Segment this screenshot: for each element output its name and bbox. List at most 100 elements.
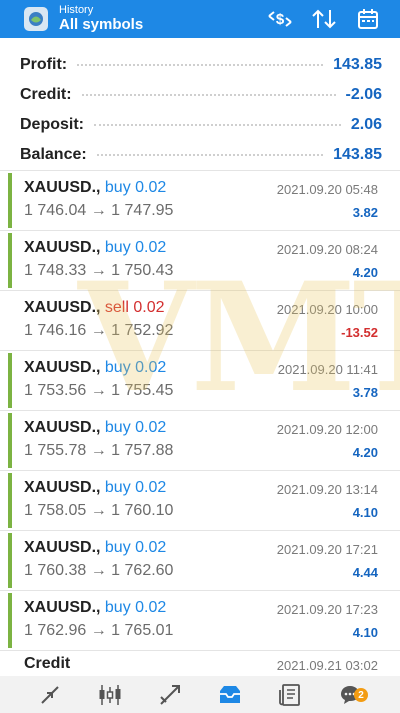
summary-credit-row: Credit: -2.06: [0, 80, 400, 110]
deal-title: XAUUSD., buy 0.02: [24, 419, 166, 437]
deal-title: XAUUSD., buy 0.02: [24, 239, 166, 257]
deal-profit: 3.78: [352, 385, 378, 400]
currency-filter-icon[interactable]: $: [266, 5, 294, 33]
deal-status-bar: [8, 233, 12, 288]
deal-symbol: XAUUSD.,: [24, 479, 101, 496]
deal-profit: 4.20: [352, 265, 378, 280]
news-icon[interactable]: [270, 676, 310, 713]
dotted-leader: [94, 124, 341, 126]
summary-credit-value: -2.06: [345, 86, 382, 103]
summary-profit-row: Profit: 143.85: [0, 50, 400, 80]
deal-action: buy 0.02: [104, 479, 167, 496]
deal-time: 2021.09.20 17:23: [276, 602, 378, 617]
svg-text:$: $: [276, 11, 285, 28]
deal-time: 2021.09.20 08:24: [276, 242, 378, 257]
credit-entry-label: Credit: [24, 655, 71, 672]
deal-row[interactable]: XAUUSD., buy 0.02 1 758.05 → 1 760.10 20…: [0, 470, 400, 530]
deal-status-bar: [8, 533, 12, 588]
app-header: History All symbols $: [0, 0, 400, 38]
trade-icon[interactable]: [150, 676, 190, 713]
deal-title: XAUUSD., buy 0.02: [24, 599, 166, 617]
dotted-leader: [96, 154, 324, 156]
header-titles[interactable]: History All symbols: [59, 5, 143, 32]
summary-credit-label: Credit:: [20, 86, 72, 103]
history-summary: Profit: 143.85 Credit: -2.06 Deposit: 2.…: [0, 50, 400, 170]
deal-title: XAUUSD., buy 0.02: [24, 359, 166, 377]
summary-deposit-value: 2.06: [350, 116, 382, 133]
deal-symbol: XAUUSD.,: [24, 239, 101, 256]
deal-symbol: XAUUSD.,: [24, 539, 101, 556]
deal-title: XAUUSD., buy 0.02: [24, 179, 166, 197]
deal-profit: -13.52: [341, 325, 378, 340]
deal-title: XAUUSD., buy 0.02: [24, 539, 166, 557]
deal-prices: 1 762.96 → 1 765.01: [24, 622, 174, 639]
deal-row[interactable]: XAUUSD., buy 0.02 1 760.38 → 1 762.60 20…: [0, 530, 400, 590]
deal-action: buy 0.02: [104, 239, 167, 256]
deal-row[interactable]: XAUUSD., buy 0.02 1 755.78 → 1 757.88 20…: [0, 410, 400, 470]
deal-action: sell 0.02: [104, 299, 165, 316]
app-logo-icon[interactable]: [24, 7, 48, 31]
dotted-leader: [81, 94, 336, 96]
credit-entry-time: 2021.09.21 03:02: [276, 658, 378, 673]
deal-time: 2021.09.20 12:00: [276, 422, 378, 437]
deal-status-bar: [8, 353, 12, 408]
deal-action: buy 0.02: [104, 359, 167, 376]
deal-symbol: XAUUSD.,: [24, 359, 101, 376]
deal-action: buy 0.02: [104, 599, 167, 616]
summary-profit-value: 143.85: [333, 56, 382, 73]
deal-prices: 1 746.16 → 1 752.92: [24, 322, 174, 339]
deal-action: buy 0.02: [104, 419, 167, 436]
deal-prices: 1 748.33 → 1 750.43: [24, 262, 174, 279]
deal-row[interactable]: XAUUSD., sell 0.02 1 746.16 → 1 752.92 2…: [0, 290, 400, 350]
deal-row[interactable]: XAUUSD., buy 0.02 1 746.04 → 1 747.95 20…: [0, 170, 400, 230]
deal-status-bar: [8, 593, 12, 648]
chart-icon[interactable]: [90, 676, 130, 713]
deal-prices: 1 746.04 → 1 747.95: [24, 202, 174, 219]
deal-prices: 1 753.56 → 1 755.45: [24, 382, 174, 399]
summary-profit-label: Profit:: [20, 56, 68, 73]
summary-balance-label: Balance:: [20, 146, 87, 163]
summary-balance-row: Balance: 143.85: [0, 140, 400, 170]
quotes-icon[interactable]: [30, 676, 70, 713]
deal-time: 2021.09.20 13:14: [276, 482, 378, 497]
deal-time: 2021.09.20 10:00: [276, 302, 378, 317]
deal-profit: 4.44: [352, 565, 378, 580]
deal-action: buy 0.02: [104, 539, 167, 556]
deal-title: XAUUSD., sell 0.02: [24, 299, 165, 317]
deal-time: 2021.09.20 11:41: [277, 362, 378, 377]
deal-status-bar: [8, 413, 12, 468]
deal-symbol: XAUUSD.,: [24, 179, 101, 196]
deal-prices: 1 758.05 → 1 760.10: [24, 502, 174, 519]
summary-deposit-row: Deposit: 2.06: [0, 110, 400, 140]
summary-balance-value: 143.85: [333, 146, 382, 163]
header-title: All symbols: [59, 15, 144, 33]
bottom-navigation: 2: [0, 676, 400, 713]
history-icon[interactable]: [210, 676, 250, 713]
deal-profit: 4.10: [352, 505, 378, 520]
deal-action: buy 0.02: [104, 179, 167, 196]
messages-icon[interactable]: 2: [330, 676, 370, 713]
deal-symbol: XAUUSD.,: [24, 419, 101, 436]
deal-row[interactable]: XAUUSD., buy 0.02 1 753.56 → 1 755.45 20…: [0, 350, 400, 410]
deal-time: 2021.09.20 17:21: [276, 542, 378, 557]
deal-profit: 4.20: [352, 445, 378, 460]
deal-prices: 1 760.38 → 1 762.60: [24, 562, 174, 579]
deal-profit: 4.10: [352, 625, 378, 640]
credit-entry-row[interactable]: Credit 2021.09.21 03:02: [0, 650, 400, 674]
deal-status-bar: [8, 173, 12, 228]
deal-row[interactable]: XAUUSD., buy 0.02 1 762.96 → 1 765.01 20…: [0, 590, 400, 650]
deal-row[interactable]: XAUUSD., buy 0.02 1 748.33 → 1 750.43 20…: [0, 230, 400, 290]
deal-prices: 1 755.78 → 1 757.88: [24, 442, 174, 459]
deal-symbol: XAUUSD.,: [24, 299, 101, 316]
deal-profit: 3.82: [352, 205, 378, 220]
dotted-leader: [77, 64, 324, 66]
calendar-icon[interactable]: [354, 5, 382, 33]
deals-list: XAUUSD., buy 0.02 1 746.04 → 1 747.95 20…: [0, 170, 400, 650]
messages-badge: 2: [354, 688, 368, 702]
summary-deposit-label: Deposit:: [20, 116, 84, 133]
deal-title: XAUUSD., buy 0.02: [24, 479, 166, 497]
deal-time: 2021.09.20 05:48: [276, 182, 378, 197]
deal-status-bar: [8, 473, 12, 528]
sort-icon[interactable]: [310, 5, 338, 33]
deal-symbol: XAUUSD.,: [24, 599, 101, 616]
